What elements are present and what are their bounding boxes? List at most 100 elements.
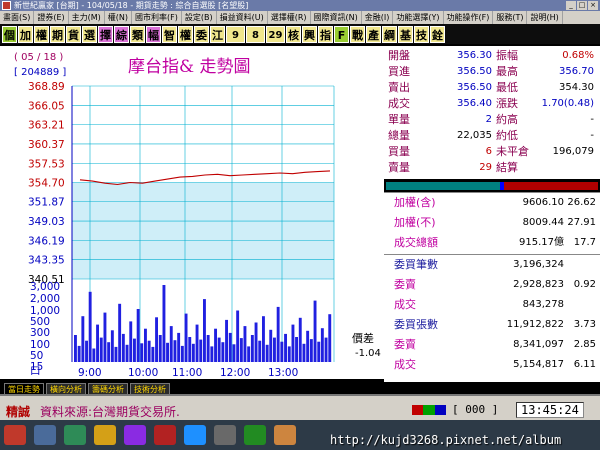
quote-label: 振幅 [496, 49, 518, 62]
toolbar-button[interactable]: 基 [398, 25, 413, 43]
toolbar-button[interactable]: 智 [162, 25, 177, 43]
explorer-icon[interactable] [34, 425, 56, 445]
market-index-value: 17.7 [573, 237, 596, 248]
quote-label: 單量 [388, 113, 410, 126]
messenger-icon[interactable] [184, 425, 206, 445]
toolbar-button[interactable]: 綱 [382, 25, 397, 43]
order-volume-value: 3,196,324 [513, 259, 564, 270]
browser-icon[interactable] [64, 425, 86, 445]
volume-bar [103, 312, 107, 362]
menu-item[interactable]: 畫面(S) [0, 11, 35, 24]
toolbar-button[interactable]: 個 [2, 25, 17, 43]
toolbar-button[interactable]: 期 [50, 25, 65, 43]
order-volume-label: 成交 [394, 298, 416, 311]
toolbar-button[interactable]: 貨 [66, 25, 81, 43]
window-title: 新世紀贏家 [台期] - 104/05/18 - 期貨走勢 : 綜合自選股 [名… [14, 1, 249, 10]
price-tick-label: 368.89 [28, 81, 65, 93]
toolbar-button[interactable]: 戰 [350, 25, 365, 43]
volume-bar [158, 335, 162, 362]
tab-3[interactable]: 技術分析 [130, 383, 170, 394]
media-icon[interactable] [124, 425, 146, 445]
folder-icon[interactable] [94, 425, 116, 445]
chart-date: ( 05 / 18 ) [14, 52, 64, 63]
toolbar-button[interactable]: 銓 [430, 25, 445, 43]
time-tick-label: 13:00 [268, 367, 298, 379]
volume-bar [85, 340, 88, 362]
toolbar-button[interactable]: 核 [286, 25, 301, 43]
toolbar-button[interactable]: F [334, 25, 349, 43]
market-index-label: 成交總額 [394, 236, 438, 249]
quote-label: 漲跌 [496, 97, 518, 110]
order-volume-value: 5,154,817 [513, 359, 564, 370]
menu-item[interactable]: 功能選擇(Y) [393, 11, 444, 24]
toolbar-button[interactable]: 幅 [146, 25, 161, 43]
minimize-icon[interactable]: _ [566, 1, 576, 10]
toolbar-button[interactable]: 權 [34, 25, 49, 43]
menu-item[interactable]: 選擇權(R) [268, 11, 311, 24]
volume-bar [155, 317, 158, 362]
toolbar-button[interactable]: 加 [18, 25, 33, 43]
menu-item[interactable]: 服務(T) [493, 11, 528, 24]
volume-tick-label: 2,000 [30, 293, 60, 305]
volume-bar [324, 337, 328, 362]
toolbar-button[interactable]: 權 [178, 25, 193, 43]
menu-item[interactable]: 說明(H) [527, 11, 563, 24]
volume-bar [306, 330, 310, 362]
clock-time: 13:45:24 [516, 402, 584, 418]
quote-label: 結算 [496, 161, 518, 174]
toolbar-button[interactable]: 擇 [98, 25, 113, 43]
toolbar-button[interactable]: 9 [226, 25, 245, 43]
status-line: 精誠 資料來源:台灣期貨交易所. [ 000 ] 13:45:24 [0, 394, 600, 420]
market-index-label: 加權(含) [394, 196, 436, 209]
volume-bar [302, 343, 306, 362]
toolbar-button[interactable]: 類 [130, 25, 145, 43]
order-volume-row: 成交 843,278 [384, 295, 600, 315]
toolbar-button[interactable]: 綜 [114, 25, 129, 43]
toolbar-button[interactable]: 29 [266, 25, 285, 43]
volume-bar [258, 340, 262, 362]
volume-bar [147, 340, 151, 362]
settings-icon[interactable] [214, 425, 236, 445]
app-taskbar-icon[interactable] [154, 425, 176, 445]
volume-bar [88, 291, 92, 362]
notes-icon[interactable] [274, 425, 296, 445]
close-icon[interactable]: × [588, 1, 598, 10]
order-volume-value: 6.11 [573, 359, 596, 370]
menu-item[interactable]: 主力(M) [69, 11, 105, 24]
menu-item[interactable]: 國際資訊(N) [311, 11, 362, 24]
time-tick-label: 9:00 [78, 367, 102, 379]
toolbar-button[interactable]: 選 [82, 25, 97, 43]
toolbar-button[interactable]: 指 [318, 25, 333, 43]
toolbar-button[interactable]: 委 [194, 25, 209, 43]
time-tick-label: 11:00 [172, 367, 202, 379]
start-orb-icon[interactable] [4, 425, 26, 445]
tab-0[interactable]: 當日走勢 [4, 383, 44, 394]
quote-value: 196,079 [552, 146, 594, 157]
menu-item[interactable]: 損益資料(U) [217, 11, 268, 24]
price-tick-label: 366.05 [28, 100, 65, 112]
volume-bar [254, 322, 258, 362]
menu-item[interactable]: 功能操作(F) [444, 11, 494, 24]
window-title-bar: 新世紀贏家 [台期] - 104/05/18 - 期貨走勢 : 綜合自選股 [名… [0, 0, 600, 11]
volume-bar [188, 337, 192, 362]
tab-2[interactable]: 籌碼分析 [88, 383, 128, 394]
volume-bar [247, 346, 251, 362]
maximize-icon[interactable]: □ [577, 1, 587, 10]
volume-bar [81, 316, 85, 362]
menu-item[interactable]: 設定(B) [182, 11, 217, 24]
volume-bar [269, 329, 273, 362]
toolbar-button[interactable]: 江 [210, 25, 225, 43]
menu-item[interactable]: 證券(E) [34, 11, 69, 24]
market-index-value: 26.62 [567, 197, 596, 208]
toolbar-button[interactable]: 興 [302, 25, 317, 43]
tab-1[interactable]: 橫向分析 [46, 383, 86, 394]
trading-app-icon[interactable] [244, 425, 266, 445]
toolbar-button[interactable]: 產 [366, 25, 381, 43]
menu-item[interactable]: 金融(I) [362, 11, 394, 24]
toolbar-button[interactable]: 8 [246, 25, 265, 43]
menu-item[interactable]: 國市利率(F) [132, 11, 182, 24]
menu-item[interactable]: 權(N) [105, 11, 133, 24]
toolbar-button[interactable]: 技 [414, 25, 429, 43]
volume-bar [195, 324, 199, 362]
quote-row: 賣出 356.50 最低 354.30 [384, 81, 600, 94]
